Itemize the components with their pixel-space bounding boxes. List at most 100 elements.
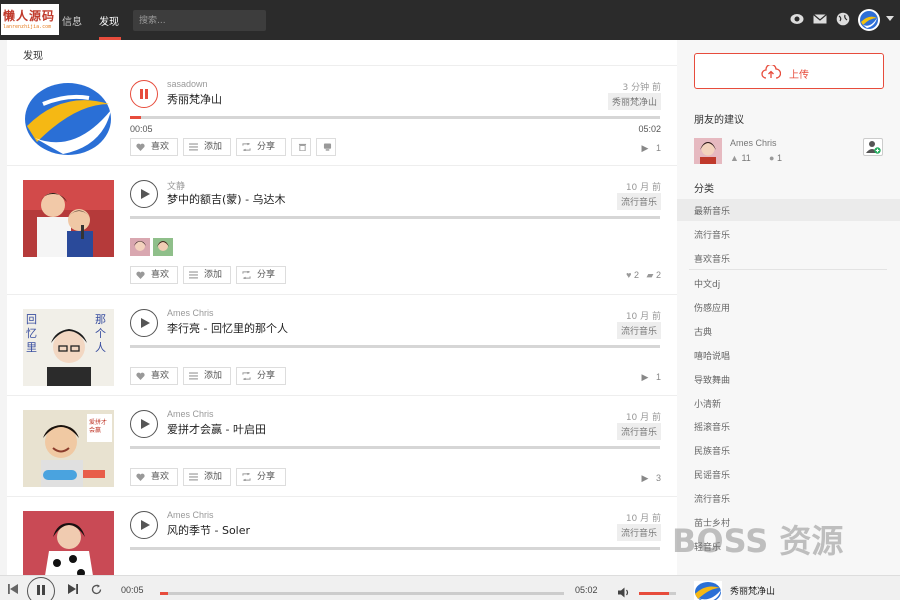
volume-slider[interactable] <box>639 592 676 595</box>
player-progress-fill <box>160 592 169 595</box>
player-pause-button[interactable] <box>27 577 55 600</box>
track-artist[interactable]: Ames Chris <box>167 409 214 419</box>
list-icon <box>189 473 198 481</box>
player-duration: 05:02 <box>575 585 598 595</box>
track-title[interactable]: 秀丽梵净山 <box>167 91 222 107</box>
category-item[interactable]: 嘻哈说唱 <box>694 349 730 362</box>
category-item[interactable]: 民族音乐 <box>694 444 730 457</box>
add-button[interactable]: 添加 <box>183 266 231 284</box>
track-tag[interactable]: 秀丽梵净山 <box>607 93 661 110</box>
track-progress-bar[interactable] <box>130 216 660 219</box>
search-input[interactable] <box>133 10 266 31</box>
volume-fill <box>639 592 669 595</box>
track-progress-bar[interactable] <box>130 345 660 348</box>
svg-text:人: 人 <box>95 341 106 354</box>
add-button[interactable]: 添加 <box>183 138 231 156</box>
mail-icon[interactable] <box>813 12 827 26</box>
like-button[interactable]: 喜欢 <box>130 138 178 156</box>
play-button[interactable] <box>130 180 158 208</box>
add-button[interactable]: 添加 <box>183 468 231 486</box>
track-progress-bar[interactable] <box>130 116 660 119</box>
play-count: ▶ 1 <box>641 372 661 382</box>
category-item[interactable]: 摇滚音乐 <box>694 420 730 433</box>
upload-button[interactable]: 上传 <box>694 53 884 89</box>
audio-player: 00:05 05:02 秀丽梵净山 <box>0 575 900 600</box>
category-item[interactable]: 古典 <box>694 325 712 338</box>
friend-name[interactable]: Ames Chris <box>730 138 777 148</box>
user-avatar[interactable] <box>858 9 880 31</box>
player-progress-bar[interactable] <box>160 592 564 595</box>
users-icon: ● <box>769 153 775 163</box>
site-logo[interactable]: 懒人源码 lanrenzhijia.com <box>1 4 59 35</box>
chevron-down-icon[interactable] <box>886 16 894 21</box>
download-button[interactable] <box>316 138 336 156</box>
category-item[interactable]: 流行音乐 <box>694 492 730 505</box>
track-artist[interactable]: Ames Chris <box>167 308 214 318</box>
track-title[interactable]: 李行亮 - 回忆里的那个人 <box>167 320 288 336</box>
volume-icon[interactable] <box>618 587 630 598</box>
repeat-icon[interactable] <box>91 584 102 595</box>
track-artist[interactable]: Ames Chris <box>167 510 214 520</box>
track-tag[interactable]: 流行音乐 <box>616 423 661 440</box>
next-icon[interactable] <box>68 584 78 594</box>
track-cover[interactable] <box>23 180 114 257</box>
share-button[interactable]: 分享 <box>236 138 286 156</box>
nav-info[interactable]: 信息 <box>62 13 82 28</box>
track-item: Ames Chris 风的季节 - Soler 10 月 前 流行音乐 <box>7 497 677 575</box>
now-playing-title[interactable]: 秀丽梵净山 <box>730 584 775 597</box>
category-item[interactable]: 导致舞曲 <box>694 373 730 386</box>
play-button[interactable] <box>130 309 158 337</box>
eye-icon[interactable] <box>790 12 804 26</box>
avatar[interactable] <box>130 238 150 256</box>
track-progress-bar[interactable] <box>130 547 660 550</box>
category-item[interactable]: 中文dj <box>694 277 720 290</box>
track-tag[interactable]: 流行音乐 <box>616 193 661 210</box>
retweet-icon <box>242 473 251 481</box>
track-cover[interactable] <box>23 80 114 157</box>
previous-icon[interactable] <box>8 584 18 594</box>
like-button[interactable]: 喜欢 <box>130 367 178 385</box>
share-button[interactable]: 分享 <box>236 266 286 284</box>
track-artist[interactable]: sasadown <box>167 79 208 89</box>
friend-avatar[interactable] <box>694 138 722 164</box>
track-cover[interactable]: 爱拼才 会赢 <box>23 410 114 487</box>
trash-icon <box>298 143 307 151</box>
now-playing-cover[interactable] <box>694 581 722 600</box>
track-cover[interactable]: 回忆里 那个人 <box>23 309 114 386</box>
pause-button[interactable] <box>130 80 158 108</box>
add-button[interactable]: 添加 <box>183 367 231 385</box>
svg-text:爱拼才: 爱拼才 <box>89 418 107 426</box>
panel-header: 发现 <box>7 40 677 66</box>
add-friend-button[interactable] <box>863 138 883 156</box>
track-title[interactable]: 风的季节 - Soler <box>167 522 250 538</box>
category-item[interactable]: 最新音乐 <box>694 204 730 217</box>
category-item[interactable]: 民谣音乐 <box>694 468 730 481</box>
avatar[interactable] <box>153 238 173 256</box>
download-icon <box>323 143 332 151</box>
like-button[interactable]: 喜欢 <box>130 468 178 486</box>
svg-text:忆: 忆 <box>26 327 37 340</box>
play-button[interactable] <box>130 511 158 539</box>
category-item[interactable]: 流行音乐 <box>694 228 730 241</box>
top-bar: 懒人源码 lanrenzhijia.com 信息 发现 <box>0 0 900 40</box>
play-button[interactable] <box>130 410 158 438</box>
category-item[interactable]: 喜欢音乐 <box>694 252 730 265</box>
globe-icon[interactable] <box>836 12 850 26</box>
track-cover[interactable] <box>23 511 114 575</box>
delete-button[interactable] <box>291 138 311 156</box>
category-item[interactable]: 伤感应用 <box>694 301 730 314</box>
retweet-icon <box>242 372 251 380</box>
track-tag[interactable]: 流行音乐 <box>616 322 661 339</box>
category-item[interactable]: 小清新 <box>694 397 721 410</box>
share-button[interactable]: 分享 <box>236 367 286 385</box>
friend-likes: ▲ 11 <box>730 153 751 163</box>
divider <box>689 269 887 270</box>
track-title[interactable]: 梦中的额吉(蒙) - 乌达木 <box>167 191 286 207</box>
nav-discover[interactable]: 发现 <box>99 13 119 28</box>
share-button[interactable]: 分享 <box>236 468 286 486</box>
like-button[interactable]: 喜欢 <box>130 266 178 284</box>
track-title[interactable]: 爱拼才会赢 - 叶启田 <box>167 421 266 437</box>
track-tag[interactable]: 流行音乐 <box>616 524 661 541</box>
track-progress-bar[interactable] <box>130 446 660 449</box>
heart-icon <box>136 271 145 279</box>
